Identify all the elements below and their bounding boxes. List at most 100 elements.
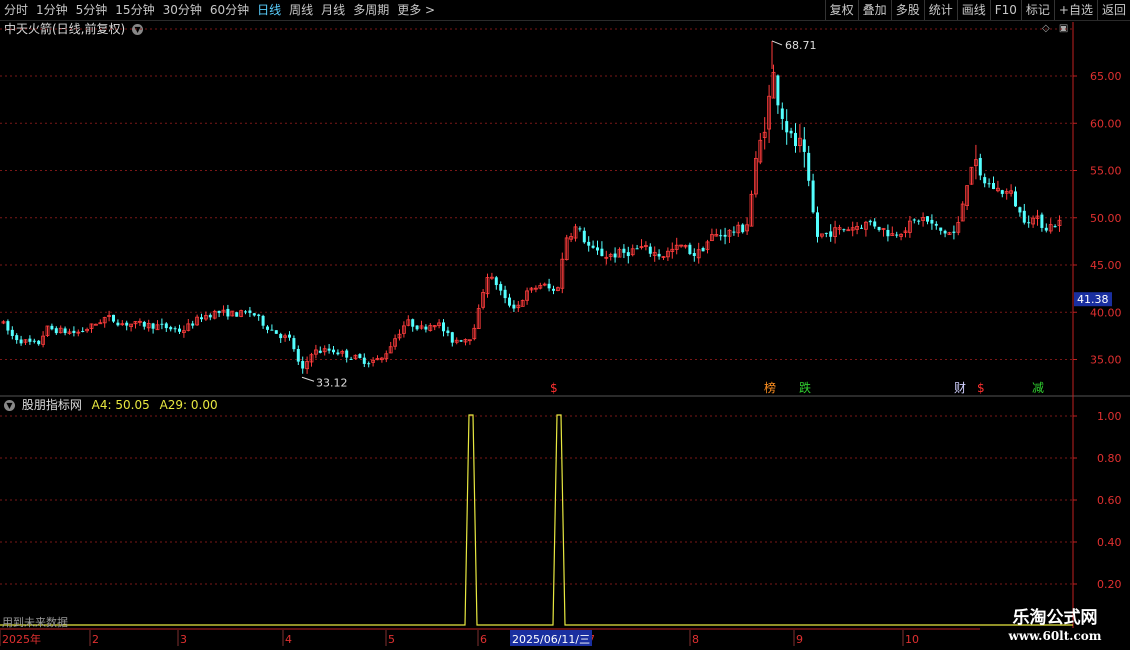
- price-tick-label: 60.00: [1090, 117, 1122, 130]
- candle-body-down: [613, 253, 617, 258]
- candle-body-down: [63, 328, 67, 334]
- candle-body-down: [877, 226, 881, 231]
- candle-body-down: [261, 315, 265, 326]
- candle-body-down: [701, 247, 705, 252]
- low-label-pointer: [301, 376, 315, 382]
- candle-body-down: [160, 323, 164, 325]
- candle-body-down: [459, 340, 463, 342]
- candle-body-down: [332, 349, 335, 353]
- candle-body-down: [6, 321, 10, 331]
- candle-body-down: [1027, 222, 1031, 224]
- candle-body-down: [829, 231, 833, 237]
- candle-body-down: [415, 325, 419, 330]
- price-tick-label: 35.00: [1090, 354, 1122, 367]
- candle-body-down: [252, 313, 256, 316]
- candle-body-down: [741, 224, 745, 233]
- candle-body-down: [503, 289, 507, 299]
- candle-body-down: [978, 157, 982, 176]
- candle-body-down: [776, 75, 780, 106]
- indicator-tick-label: 0.80: [1097, 452, 1122, 465]
- candle-body-down: [336, 352, 340, 355]
- candle-body-down: [868, 220, 872, 223]
- candle-body-down: [116, 322, 120, 326]
- event-marker: 跌: [799, 380, 811, 395]
- candle-body-down: [508, 297, 511, 306]
- candle-body-down: [547, 283, 551, 289]
- candle-body-down: [37, 340, 41, 345]
- candle-body-down: [1000, 190, 1004, 194]
- date-label: 6: [480, 633, 487, 646]
- indicator-tick-label: 0.20: [1097, 578, 1122, 591]
- candle-body-down: [578, 228, 582, 230]
- candle-body-down: [873, 221, 877, 227]
- candle-body-down: [1044, 227, 1048, 231]
- candle-body-down: [362, 357, 366, 364]
- date-label: 2025年: [2, 632, 41, 646]
- candle-body-down: [266, 326, 269, 330]
- future-data-note: 用到未来数据: [2, 616, 68, 629]
- candle-body-down: [930, 219, 934, 224]
- kline-chart[interactable]: 65.00 60.00 55.00 50.00 45.00 40.00 35.00 68.71…: [0, 0, 1130, 650]
- candle-body-down: [723, 234, 727, 237]
- candle-body-down: [926, 216, 929, 222]
- candle-body-down: [349, 358, 353, 360]
- candle-body-down: [279, 334, 283, 339]
- candle-body-down: [112, 314, 115, 322]
- candle-body-down: [164, 323, 168, 329]
- indicator-tick-label: 1.00: [1097, 410, 1122, 423]
- candle-body-down: [512, 304, 516, 309]
- candle-body-down: [622, 248, 626, 253]
- date-axis-bg: [0, 629, 980, 650]
- candle-body-down: [226, 308, 230, 317]
- candle-body-down: [32, 340, 36, 342]
- indicator-name: 股朋指标网: [21, 398, 82, 412]
- candle-body-down: [54, 328, 58, 334]
- candle-body-down: [257, 314, 261, 316]
- event-marker: 减: [1032, 381, 1044, 395]
- candle-body-down: [248, 310, 252, 313]
- candle-body-down: [288, 334, 291, 338]
- candle-body-down: [217, 310, 221, 313]
- candle-body-down: [292, 338, 296, 350]
- indicator-a4-value: A4: 50.05: [91, 398, 150, 412]
- candle-body-down: [367, 363, 371, 365]
- candle-body-down: [81, 330, 85, 332]
- candle-body-down: [824, 232, 828, 234]
- indicator-title: ▼ 股朋指标网 A4: 50.05 A29: 0.00: [4, 397, 218, 413]
- candle-body-down: [191, 323, 195, 326]
- candle-body-down: [274, 330, 278, 334]
- indicator-a29-value: A29: 0.00: [159, 398, 218, 412]
- indicator-tick-label: 0.60: [1097, 494, 1122, 507]
- candle-body-down: [1040, 214, 1044, 228]
- candle-body-down: [860, 227, 863, 229]
- candle-body-down: [943, 230, 947, 234]
- candle-body-down: [499, 284, 503, 291]
- candle-body-down: [208, 314, 212, 318]
- candle-body-down: [50, 325, 54, 330]
- event-marker: 财: [954, 381, 966, 395]
- candle-body-down: [15, 335, 19, 341]
- candle-body-down: [450, 332, 454, 343]
- candle-body-down: [28, 338, 32, 342]
- candle-body-down: [789, 130, 793, 134]
- candle-body-down: [591, 245, 595, 248]
- watermark-url: www.60lt.com: [1008, 629, 1102, 643]
- candle-body-down: [318, 350, 322, 353]
- candle-body-down: [939, 227, 943, 231]
- candle-body-down: [587, 241, 591, 246]
- candle-body-down: [983, 177, 987, 184]
- candle-body-down: [1014, 191, 1017, 207]
- price-tick-label: 65.00: [1090, 70, 1122, 83]
- cursor-date-label: 2025/06/11/三: [512, 633, 590, 646]
- candle-body-down: [494, 277, 498, 286]
- candle-body-down: [912, 219, 916, 221]
- date-label: 10: [905, 633, 919, 646]
- candle-body-down: [301, 361, 305, 369]
- date-label: 8: [692, 633, 699, 646]
- candle-body-down: [992, 183, 995, 190]
- event-marker: $: [550, 381, 558, 395]
- candle-body-down: [842, 229, 846, 231]
- chevron-down-icon[interactable]: ▼: [4, 400, 15, 411]
- candle-body-down: [442, 322, 445, 332]
- event-marker: 榜: [764, 380, 776, 395]
